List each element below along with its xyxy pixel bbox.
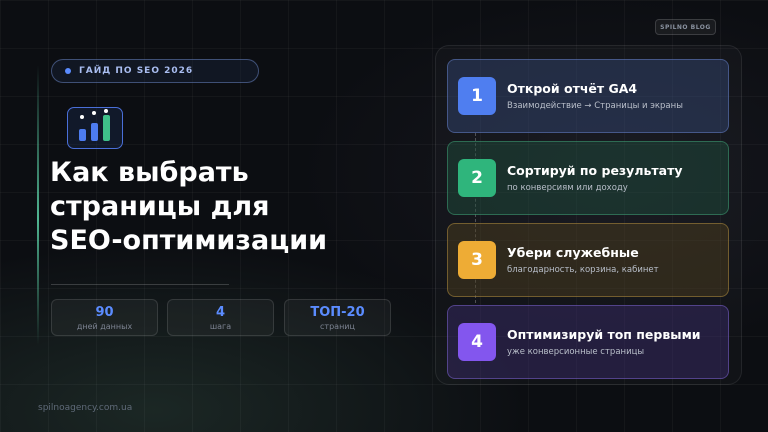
step-title-4: Оптимизируй топ первыми: [507, 327, 701, 342]
chart-bar-1: [79, 129, 86, 141]
title-line-2: страницы для: [50, 191, 270, 222]
page-title: Как выбрать страницы для SEO-оптимизации: [50, 156, 380, 258]
chart-dot-3: [104, 109, 108, 113]
chart-dot-2: [92, 111, 96, 115]
step-title-1: Открой отчёт GA4: [507, 81, 638, 96]
title-line-3: SEO-оптимизации: [50, 225, 328, 256]
step-title-2: Сортируй по результату: [507, 163, 683, 178]
step-number-2: 2: [458, 159, 496, 197]
step-title-3: Убери служебные: [507, 245, 639, 260]
chart-bar-3: [103, 115, 110, 141]
stat-value: 4: [215, 305, 226, 320]
stat-value: 90: [95, 305, 114, 320]
step-card-1: 1 Открой отчёт GA4 Взаимодействие → Стра…: [447, 59, 729, 133]
stat-label: страниц: [320, 322, 355, 331]
step-subtitle-3: благодарность, корзина, кабинет: [507, 265, 659, 275]
blog-tag: SPILNO BLOG: [655, 19, 716, 35]
stat-steps: 4 шага: [167, 299, 274, 336]
step-subtitle-1: Взаимодействие → Страницы и экраны: [507, 101, 683, 111]
accent-line: [37, 65, 39, 345]
step-card-4: 4 Оптимизируй топ первыми уже конверсион…: [447, 305, 729, 379]
stat-value: ТОП-20: [310, 305, 365, 320]
stat-days: 90 дней данных: [51, 299, 158, 336]
step-subtitle-2: по конверсиям или доходу: [507, 183, 628, 193]
badge-dot-icon: [65, 68, 71, 74]
chart-dot-1: [80, 115, 84, 119]
step-number-3: 3: [458, 241, 496, 279]
bar-chart-icon: [67, 107, 123, 149]
step-number-1: 1: [458, 77, 496, 115]
step-subtitle-4: уже конверсионные страницы: [507, 347, 645, 357]
stat-label: шага: [209, 322, 232, 331]
footer-url: spilnoagency.com.ua: [38, 403, 133, 413]
badge-label: ГАЙД ПО SEO 2026: [79, 66, 194, 76]
step-card-2: 2 Сортируй по результату по конверсиям и…: [447, 141, 729, 215]
step-card-3: 3 Убери служебные благодарность, корзина…: [447, 223, 729, 297]
title-line-1: Как выбрать: [50, 157, 249, 188]
stat-pages: ТОП-20 страниц: [284, 299, 391, 336]
guide-badge: ГАЙД ПО SEO 2026: [51, 59, 259, 83]
step-number-4: 4: [458, 323, 496, 361]
chart-bar-2: [91, 123, 98, 141]
stat-label: дней данных: [76, 322, 133, 331]
divider: [51, 284, 229, 285]
